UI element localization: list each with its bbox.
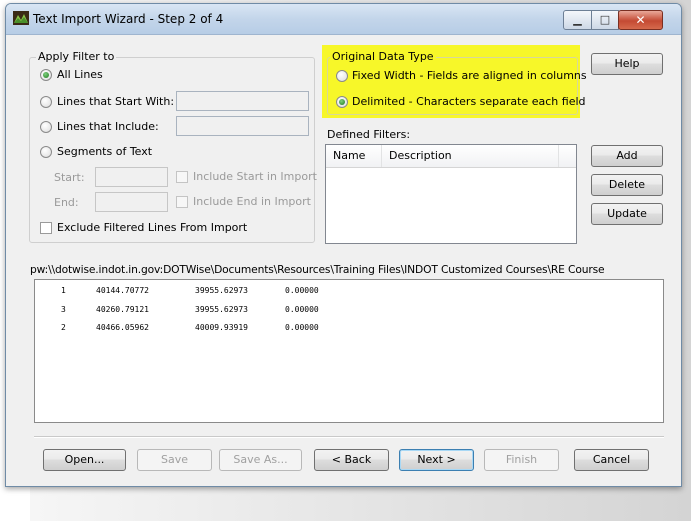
all-lines-radio[interactable] [40,69,52,81]
app-icon [13,11,29,25]
data-cell-z: 0.00000 [285,305,319,314]
close-button[interactable]: ✕ [618,10,663,30]
help-button[interactable]: Help [591,53,663,75]
add-button[interactable]: Add [591,145,663,167]
end-label: End: [54,196,79,209]
all-lines-label: All Lines [57,68,103,81]
segments-of-text-radio[interactable] [40,146,52,158]
end-input[interactable] [95,192,168,212]
data-cell-id: 3 [61,305,66,314]
data-cell-z: 0.00000 [285,286,319,295]
cancel-button[interactable]: Cancel [574,449,649,471]
original-data-type-legend: Original Data Type [330,50,436,63]
data-row: 1 40144.70772 39955.62973 0.00000 [35,286,319,298]
title-bar[interactable]: Text Import Wizard - Step 2 of 4 ▁ □ ✕ [6,4,681,35]
data-cell-y: 39955.62973 [195,286,248,295]
maximize-button[interactable]: □ [591,10,619,30]
footer-separator [34,436,664,438]
lines-start-with-radio[interactable] [40,96,52,108]
apply-filter-legend: Apply Filter to [36,50,117,63]
data-cell-x: 40260.79121 [96,305,149,314]
delete-button[interactable]: Delete [591,174,663,196]
maximize-icon: □ [599,13,611,26]
include-start-label: Include Start in Import [193,170,317,183]
data-cell-id: 2 [61,323,66,332]
delimited-label: Delimited - Characters separate each fie… [352,95,586,108]
exclude-filtered-checkbox[interactable] [40,222,52,234]
lines-include-radio[interactable] [40,121,52,133]
fixed-width-radio[interactable] [336,70,348,82]
minimize-icon: ▁ [573,13,582,26]
lines-include-label: Lines that Include: [57,120,159,133]
data-preview-panel[interactable]: 1 40144.70772 39955.62973 0.00000 3 4026… [34,279,664,423]
text-import-wizard-window: Text Import Wizard - Step 2 of 4 ▁ □ ✕ A… [5,3,682,487]
segments-of-text-label: Segments of Text [57,145,153,158]
defined-filters-label: Defined Filters: [327,128,411,141]
include-end-label: Include End in Import [193,195,311,208]
start-input[interactable] [95,167,168,187]
lines-start-with-input[interactable] [176,91,309,111]
minimize-button[interactable]: ▁ [563,10,592,30]
data-row: 3 40260.79121 39955.62973 0.00000 [35,305,319,317]
delimited-radio[interactable] [336,96,348,108]
back-button[interactable]: < Back [314,449,389,471]
data-cell-z: 0.00000 [285,323,319,332]
lines-include-input[interactable] [176,116,309,136]
next-button[interactable]: Next > [399,449,474,471]
close-icon: ✕ [635,13,646,27]
save-button[interactable]: Save [137,449,212,471]
include-start-checkbox[interactable] [176,171,188,183]
start-label: Start: [54,171,85,184]
column-header-name[interactable]: Name [326,145,382,167]
file-path-label: pw:\\dotwise.indot.in.gov:DOTWise\Docume… [30,263,605,276]
finish-button[interactable]: Finish [484,449,559,471]
column-header-description[interactable]: Description [382,145,559,167]
data-cell-id: 1 [61,286,66,295]
open-button[interactable]: Open... [43,449,126,471]
include-end-checkbox[interactable] [176,196,188,208]
fixed-width-label: Fixed Width - Fields are aligned in colu… [352,69,587,82]
save-as-button[interactable]: Save As... [219,449,302,471]
window-title: Text Import Wizard - Step 2 of 4 [33,12,224,26]
lines-start-with-label: Lines that Start With: [57,95,175,108]
exclude-filtered-label: Exclude Filtered Lines From Import [57,221,248,234]
update-button[interactable]: Update [591,203,663,225]
data-cell-x: 40144.70772 [96,286,149,295]
data-row: 2 40466.05962 40009.93919 0.00000 [35,323,319,335]
data-cell-x: 40466.05962 [96,323,149,332]
defined-filters-header: Name Description [326,145,576,168]
data-cell-y: 39955.62973 [195,305,248,314]
defined-filters-list[interactable]: Name Description [325,144,577,244]
data-cell-y: 40009.93919 [195,323,248,332]
